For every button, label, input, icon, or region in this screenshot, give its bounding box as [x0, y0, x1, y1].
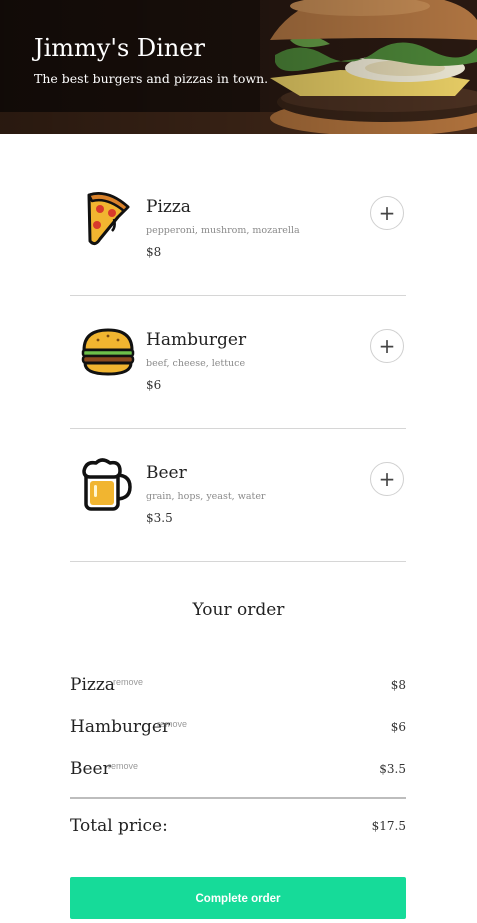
header-banner: Jimmy's Diner The best burgers and pizza…: [0, 0, 477, 134]
remove-beer-button[interactable]: remove: [108, 761, 138, 771]
menu-item-name: Hamburger: [146, 330, 247, 350]
remove-pizza-button[interactable]: remove: [113, 677, 143, 687]
order-row: Hamburger remove $6: [70, 717, 406, 741]
menu-item-pizza: Pizza pepperoni, mushrom, mozarella $8 +: [70, 163, 406, 296]
menu-item-beer: Beer grain, hops, yeast, water $3.5 +: [70, 429, 406, 562]
add-hamburger-button[interactable]: +: [370, 329, 404, 363]
divider: [70, 560, 406, 562]
menu-item-price: $3.5: [146, 511, 173, 525]
order-row: Pizza remove $8: [70, 675, 406, 699]
complete-order-button[interactable]: Complete order: [70, 877, 406, 919]
add-pizza-button[interactable]: +: [370, 196, 404, 230]
remove-hamburger-button[interactable]: remove: [157, 719, 187, 729]
menu-item-hamburger: Hamburger beef, cheese, lettuce $6 +: [70, 296, 406, 429]
order-title: Your order: [192, 600, 285, 620]
beer-icon: [82, 458, 132, 511]
pizza-icon: [87, 192, 130, 246]
order-item-price: $6: [390, 720, 406, 734]
menu-item-price: $8: [146, 245, 162, 259]
total-price-value: $17.5: [371, 819, 406, 833]
add-beer-button[interactable]: +: [370, 462, 404, 496]
order-item-name: Pizza: [70, 675, 115, 695]
menu-item-name: Beer: [146, 463, 187, 483]
menu-item-ingredients: beef, cheese, lettuce: [146, 358, 246, 369]
menu-item-name: Pizza: [146, 197, 191, 217]
page-title: Jimmy's Diner: [34, 34, 205, 62]
menu-item-price: $6: [146, 378, 162, 392]
page-subtitle: The best burgers and pizzas in town.: [34, 71, 269, 86]
hamburger-icon: [81, 328, 135, 376]
order-row: Beer remove $3.5: [70, 759, 406, 783]
menu-item-ingredients: grain, hops, yeast, water: [146, 491, 266, 502]
order-item-price: $3.5: [379, 762, 406, 776]
header-overlay: [0, 0, 477, 134]
order-item-name: Beer: [70, 759, 111, 779]
order-item-name: Hamburger: [70, 717, 171, 737]
total-divider: [70, 797, 406, 799]
order-item-price: $8: [390, 678, 406, 692]
total-price-label: Total price:: [70, 816, 168, 836]
menu-item-ingredients: pepperoni, mushrom, mozarella: [146, 225, 300, 236]
